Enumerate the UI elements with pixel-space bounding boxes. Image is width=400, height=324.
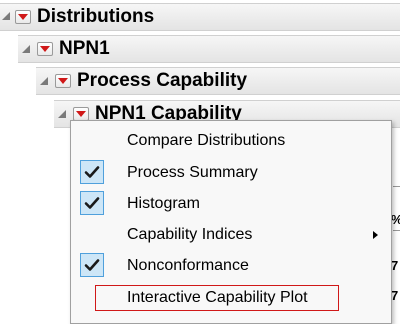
disclosure-icon[interactable] (2, 12, 10, 20)
outline-row-npn1[interactable]: NPN1 (18, 35, 400, 63)
checkmark-icon (80, 253, 104, 277)
outline-row-distributions[interactable]: Distributions (0, 3, 400, 31)
menu-item-label: Histogram (127, 194, 200, 212)
menu-item-label: Compare Distributions (127, 131, 286, 149)
menu-item-histogram[interactable]: Histogram (71, 188, 391, 219)
submenu-arrow-icon (373, 231, 378, 239)
disclosure-icon[interactable] (58, 110, 66, 118)
menu-item-label: Nonconformance (127, 256, 249, 274)
checkmark-icon (80, 191, 104, 215)
red-triangle-menu-icon[interactable] (15, 10, 31, 24)
red-triangle-menu-icon[interactable] (37, 42, 53, 56)
outline-row-process-capability[interactable]: Process Capability (36, 67, 400, 95)
table-cell-fragment: 7 (391, 258, 399, 273)
table-cell-fragment: 7 (391, 288, 399, 303)
report-window: Distributions NPN1 Process Capability NP… (0, 0, 400, 324)
outline-title: Process Capability (77, 70, 248, 91)
menu-item-label: Process Summary (127, 163, 258, 181)
outline-title: NPN1 (59, 38, 110, 59)
menu-item-interactive-capability-plot[interactable]: Interactive Capability Plot (71, 282, 391, 313)
menu-item-label: Capability Indices (127, 225, 253, 243)
table-cell-fragment: % (391, 212, 400, 227)
disclosure-icon[interactable] (40, 77, 48, 85)
outline-title: Distributions (37, 6, 155, 27)
menu-item-process-summary[interactable]: Process Summary (71, 157, 391, 188)
menu-item-nonconformance[interactable]: Nonconformance (71, 250, 391, 281)
menu-item-compare-distributions[interactable]: Compare Distributions (71, 125, 391, 156)
red-triangle-menu-icon[interactable] (55, 74, 71, 88)
table-rule (393, 230, 400, 231)
menu-item-capability-indices[interactable]: Capability Indices (71, 219, 391, 250)
context-menu: Compare Distributions Process Summary Hi… (70, 120, 392, 324)
disclosure-icon[interactable] (22, 45, 30, 53)
menu-item-label: Interactive Capability Plot (127, 288, 308, 306)
checkmark-icon (80, 160, 104, 184)
red-triangle-menu-icon[interactable] (73, 107, 89, 121)
table-rule (393, 186, 400, 187)
